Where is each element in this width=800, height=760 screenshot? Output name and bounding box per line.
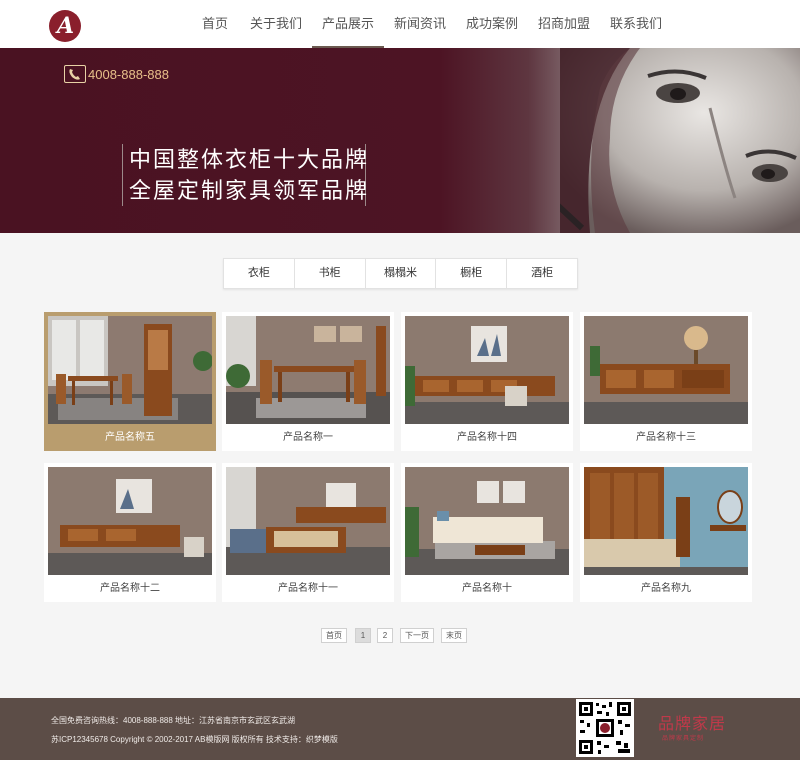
product-card[interactable]: 产品名称十一 — [222, 463, 394, 602]
product-card[interactable]: 产品名称十二 — [44, 463, 216, 602]
product-image — [584, 316, 748, 424]
footer-hotline: 全国免费咨询热线：4008-888-888 地址：江苏省南京市玄武区玄武湖 — [51, 716, 296, 725]
slogan-line-1: 中国整体衣柜十大品牌 — [129, 147, 370, 172]
category-tab-wine-cabinet[interactable]: 酒柜 — [507, 259, 577, 288]
site-logo[interactable]: A — [49, 10, 81, 42]
product-image — [405, 316, 569, 424]
product-card[interactable]: 产品名称十四 — [401, 312, 573, 451]
hero-banner: 4008-888-888 中国整体衣柜十大品牌 全屋定制家具领军品牌 — [0, 48, 800, 233]
pagination-next[interactable]: 下一页 — [400, 628, 434, 643]
nav-item-home[interactable]: 首页 — [190, 0, 240, 48]
product-name: 产品名称九 — [641, 583, 691, 594]
product-card[interactable]: 产品名称十 — [401, 463, 573, 602]
product-name: 产品名称十二 — [100, 583, 160, 594]
slogan-line-2: 全屋定制家具领军品牌 — [129, 178, 370, 203]
product-image — [48, 316, 212, 424]
qr-code-icon — [576, 699, 634, 757]
product-card[interactable]: 产品名称五 — [44, 312, 216, 451]
pagination-last[interactable]: 末页 — [441, 628, 467, 643]
banner-slogan: 中国整体衣柜十大品牌 全屋定制家具领军品牌 — [122, 144, 370, 206]
footer-copyright: 苏ICP12345678 Copyright © 2002-2017 AB模版网… — [51, 735, 338, 744]
footer-brand-title: 品牌家居 — [658, 716, 727, 733]
product-card[interactable]: 产品名称一 — [222, 312, 394, 451]
product-card[interactable]: 产品名称九 — [580, 463, 752, 602]
pagination-page-1[interactable]: 1 — [355, 628, 371, 643]
footer-brand: 品牌家居 品牌家具定制 — [640, 706, 740, 752]
product-name: 产品名称五 — [105, 432, 155, 443]
nav-item-about[interactable]: 关于我们 — [240, 0, 312, 48]
nav-item-contact[interactable]: 联系我们 — [600, 0, 672, 48]
banner-phone-number: 4008-888-888 — [88, 66, 169, 82]
product-image — [226, 316, 390, 424]
product-card[interactable]: 产品名称十三 — [580, 312, 752, 451]
site-header: A 首页 关于我们 产品展示 新闻资讯 成功案例 招商加盟 联系我们 — [0, 0, 800, 48]
pagination-page-2[interactable]: 2 — [377, 628, 393, 643]
nav-item-franchise[interactable]: 招商加盟 — [528, 0, 600, 48]
category-tab-wardrobe[interactable]: 衣柜 — [224, 259, 295, 288]
product-name: 产品名称十 — [462, 583, 512, 594]
main-nav: 首页 关于我们 产品展示 新闻资讯 成功案例 招商加盟 联系我们 — [190, 0, 672, 48]
product-image — [48, 467, 212, 575]
banner-phone: 4008-888-888 — [64, 65, 169, 83]
category-tab-bookcase[interactable]: 书柜 — [295, 259, 366, 288]
logo-letter: A — [56, 12, 75, 39]
pagination-first[interactable]: 首页 — [321, 628, 347, 643]
site-footer: 全国免费咨询热线：4008-888-888 地址：江苏省南京市玄武区玄武湖 苏I… — [0, 698, 800, 760]
phone-icon — [64, 65, 86, 83]
footer-brand-subtitle: 品牌家具定制 — [662, 736, 705, 742]
product-image — [584, 467, 748, 575]
product-image — [405, 467, 569, 575]
product-name: 产品名称一 — [283, 432, 333, 443]
category-tab-cabinet[interactable]: 橱柜 — [436, 259, 508, 288]
product-name: 产品名称十一 — [278, 583, 338, 594]
category-tabs: 衣柜 书柜 榻榻米 橱柜 酒柜 — [223, 258, 578, 289]
nav-item-products[interactable]: 产品展示 — [312, 0, 384, 48]
banner-portrait-image — [560, 48, 800, 233]
product-image — [226, 467, 390, 575]
product-name: 产品名称十三 — [636, 432, 696, 443]
category-tab-tatami[interactable]: 榻榻米 — [366, 259, 437, 288]
product-name: 产品名称十四 — [457, 432, 517, 443]
nav-item-news[interactable]: 新闻资讯 — [384, 0, 456, 48]
nav-item-cases[interactable]: 成功案例 — [456, 0, 528, 48]
